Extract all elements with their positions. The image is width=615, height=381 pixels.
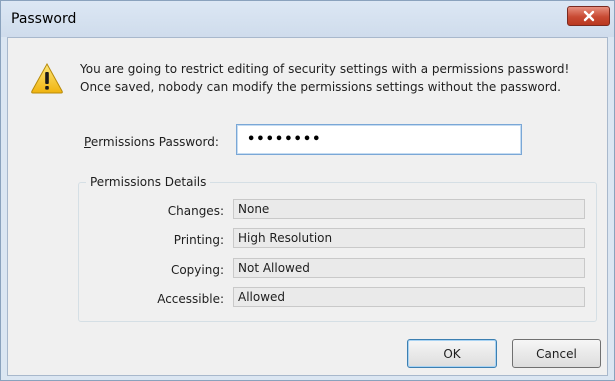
permissions-password-input[interactable] xyxy=(236,124,522,155)
cancel-button[interactable]: Cancel xyxy=(512,339,601,368)
copying-label: Copying: xyxy=(170,263,224,277)
accessible-label: Accessible: xyxy=(157,292,224,306)
close-icon xyxy=(583,10,594,22)
title-bar[interactable]: Password xyxy=(1,1,614,37)
label-text: ermissions Password: xyxy=(90,135,219,149)
printing-label: Printing: xyxy=(173,233,224,247)
close-button[interactable] xyxy=(567,6,610,26)
window-title: Password xyxy=(11,11,77,27)
copying-value: Not Allowed xyxy=(233,258,585,278)
dialog-body: You are going to restrict editing of sec… xyxy=(7,37,608,376)
warning-icon xyxy=(31,62,63,94)
ok-button[interactable]: OK xyxy=(407,339,497,368)
changes-label: Changes: xyxy=(167,204,224,218)
accessible-value: Allowed xyxy=(233,287,585,307)
mnemonic-letter: P xyxy=(84,135,91,149)
warning-line-2: Once saved, nobody can modify the permis… xyxy=(80,80,561,94)
password-dialog: Password You are going to restrict editi… xyxy=(0,0,615,381)
changes-value: None xyxy=(233,199,585,219)
permissions-password-label: Permissions Password: xyxy=(84,135,219,149)
printing-value: High Resolution xyxy=(233,228,585,248)
warning-message: You are going to restrict editing of sec… xyxy=(80,60,600,96)
warning-line-1: You are going to restrict editing of sec… xyxy=(80,62,570,76)
permissions-details-title: Permissions Details xyxy=(86,175,211,189)
